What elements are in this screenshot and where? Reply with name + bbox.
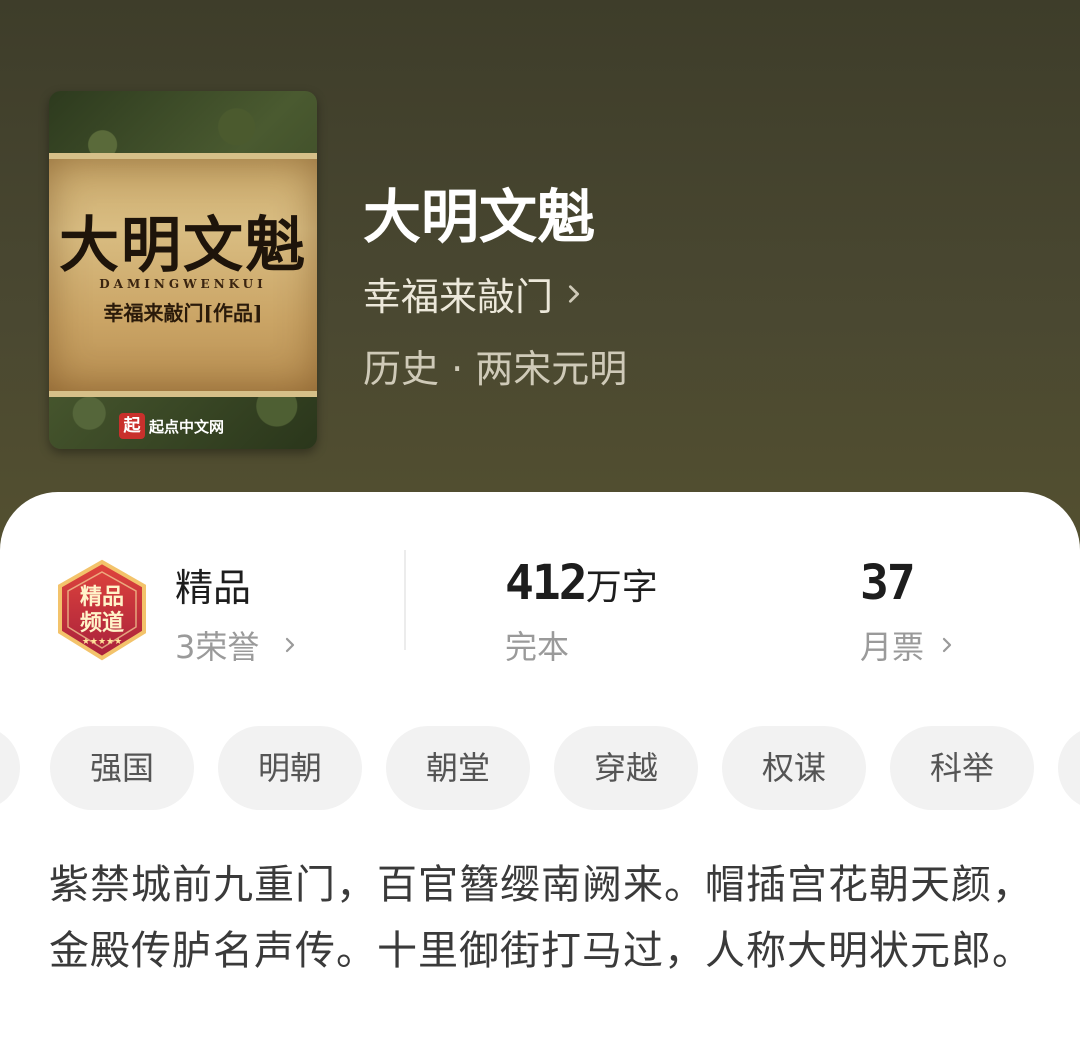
tag-chip[interactable]: 穿越 bbox=[554, 726, 698, 810]
honor-link[interactable]: 3荣誉 bbox=[175, 622, 299, 668]
premium-channel-badge-icon: 精品 频道 ★★★★★ bbox=[58, 559, 146, 661]
tag-chip[interactable]: 明朝 bbox=[218, 726, 362, 810]
monthly-tickets-label: 月票 bbox=[860, 628, 925, 666]
word-count: 412万字 bbox=[505, 555, 658, 611]
publisher-mark-icon: 起 bbox=[119, 413, 145, 439]
chevron-right-icon bbox=[286, 637, 295, 653]
book-genre: 历史 · 两宋元明 bbox=[363, 347, 628, 391]
publisher-name: 起点中文网 bbox=[149, 417, 225, 436]
stats-divider bbox=[404, 550, 406, 650]
cover-author: 幸福来敲门[作品] bbox=[103, 301, 263, 325]
author-name: 幸福来敲门 bbox=[363, 275, 554, 319]
chevron-right-icon bbox=[942, 637, 952, 653]
svg-text:频道: 频道 bbox=[80, 610, 124, 636]
monthly-tickets-value: 37 bbox=[860, 555, 916, 611]
tag-chip[interactable]: 权谋 bbox=[722, 726, 866, 810]
tag-chip-partial[interactable] bbox=[0, 726, 20, 810]
honor-label: 精品 bbox=[175, 566, 252, 610]
svg-text:★★★★★: ★★★★★ bbox=[82, 637, 122, 647]
word-count-unit: 万字 bbox=[585, 567, 658, 608]
publisher-logo: 起 起点中文网 bbox=[119, 413, 224, 439]
cover-pinyin: DAMINGWENKUI bbox=[99, 277, 267, 291]
cover-panel: 大明文魁 DAMINGWENKUI 幸福来敲门[作品] bbox=[49, 153, 317, 397]
book-title: 大明文魁 bbox=[363, 183, 596, 251]
honor-count: 3荣誉 bbox=[175, 628, 260, 666]
book-cover[interactable]: 大明文魁 DAMINGWENKUI 幸福来敲门[作品] 起 起点中文网 bbox=[49, 91, 317, 449]
svg-text:精品: 精品 bbox=[80, 584, 124, 610]
chevron-right-icon bbox=[568, 284, 580, 303]
tag-chip-partial[interactable] bbox=[1058, 726, 1080, 810]
tag-chip[interactable]: 科举 bbox=[890, 726, 1034, 810]
tag-chip[interactable]: 强国 bbox=[50, 726, 194, 810]
cover-title: 大明文魁 bbox=[59, 211, 307, 281]
author-link[interactable]: 幸福来敲门 bbox=[363, 266, 585, 321]
tag-chip[interactable]: 朝堂 bbox=[386, 726, 530, 810]
monthly-tickets-link[interactable]: 月票 bbox=[860, 622, 956, 668]
book-description[interactable]: 紫禁城前九重门，百官簪缨南阙来。帽插宫花朝天颜，金殿传胪名声传。十里御街打马过，… bbox=[49, 852, 1039, 984]
word-count-value: 412 bbox=[505, 555, 588, 611]
tag-list: 强国 明朝 朝堂 穿越 权谋 科举 bbox=[0, 726, 1080, 810]
completion-status: 完本 bbox=[505, 628, 570, 666]
